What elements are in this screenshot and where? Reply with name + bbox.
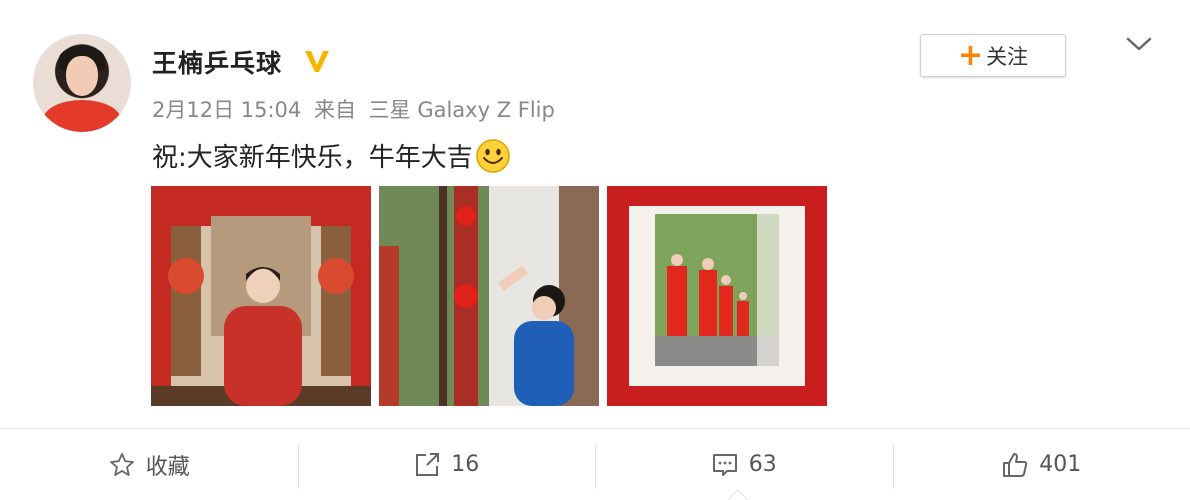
plus-icon: +	[957, 37, 984, 73]
avatar-face	[66, 56, 98, 96]
follow-button[interactable]: + 关注	[920, 34, 1066, 77]
action-bar: 收藏 16 63 401	[0, 428, 1190, 500]
follow-label: 关注	[986, 44, 1029, 69]
comment-count: 63	[748, 452, 777, 477]
photo-1[interactable]	[151, 186, 371, 406]
post-meta: 2月12日 15:04 来自 三星 Galaxy Z Flip	[152, 94, 561, 124]
avatar[interactable]	[33, 34, 131, 132]
device-link[interactable]: 三星 Galaxy Z Flip	[369, 98, 555, 122]
avatar-shirt	[43, 100, 121, 132]
comment-icon	[712, 453, 737, 476]
smile-emoji-icon	[476, 138, 510, 173]
from-label: 来自	[313, 98, 356, 122]
thumbs-up-icon	[1003, 452, 1028, 477]
star-icon	[109, 452, 134, 476]
repost-button[interactable]: 16	[297, 429, 596, 500]
user-name[interactable]: 王楠乒乓球	[152, 44, 282, 80]
favorite-button[interactable]: 收藏	[0, 429, 298, 500]
like-button[interactable]: 401	[892, 429, 1190, 500]
repost-count: 16	[451, 452, 480, 477]
post-date[interactable]: 2月12日 15:04	[152, 98, 301, 122]
photo-2[interactable]	[379, 186, 599, 406]
photo-grid	[151, 186, 827, 406]
chevron-down-icon[interactable]	[1124, 34, 1154, 54]
like-count: 401	[1039, 452, 1082, 477]
comment-caret-icon	[728, 490, 748, 500]
post-text-content: 祝:大家新年快乐，牛年大吉	[152, 143, 473, 173]
post-text: 祝:大家新年快乐，牛年大吉	[152, 137, 511, 174]
favorite-label: 收藏	[145, 454, 190, 480]
photo-3[interactable]	[607, 186, 827, 406]
verified-icon	[305, 51, 329, 72]
share-icon	[416, 452, 440, 476]
